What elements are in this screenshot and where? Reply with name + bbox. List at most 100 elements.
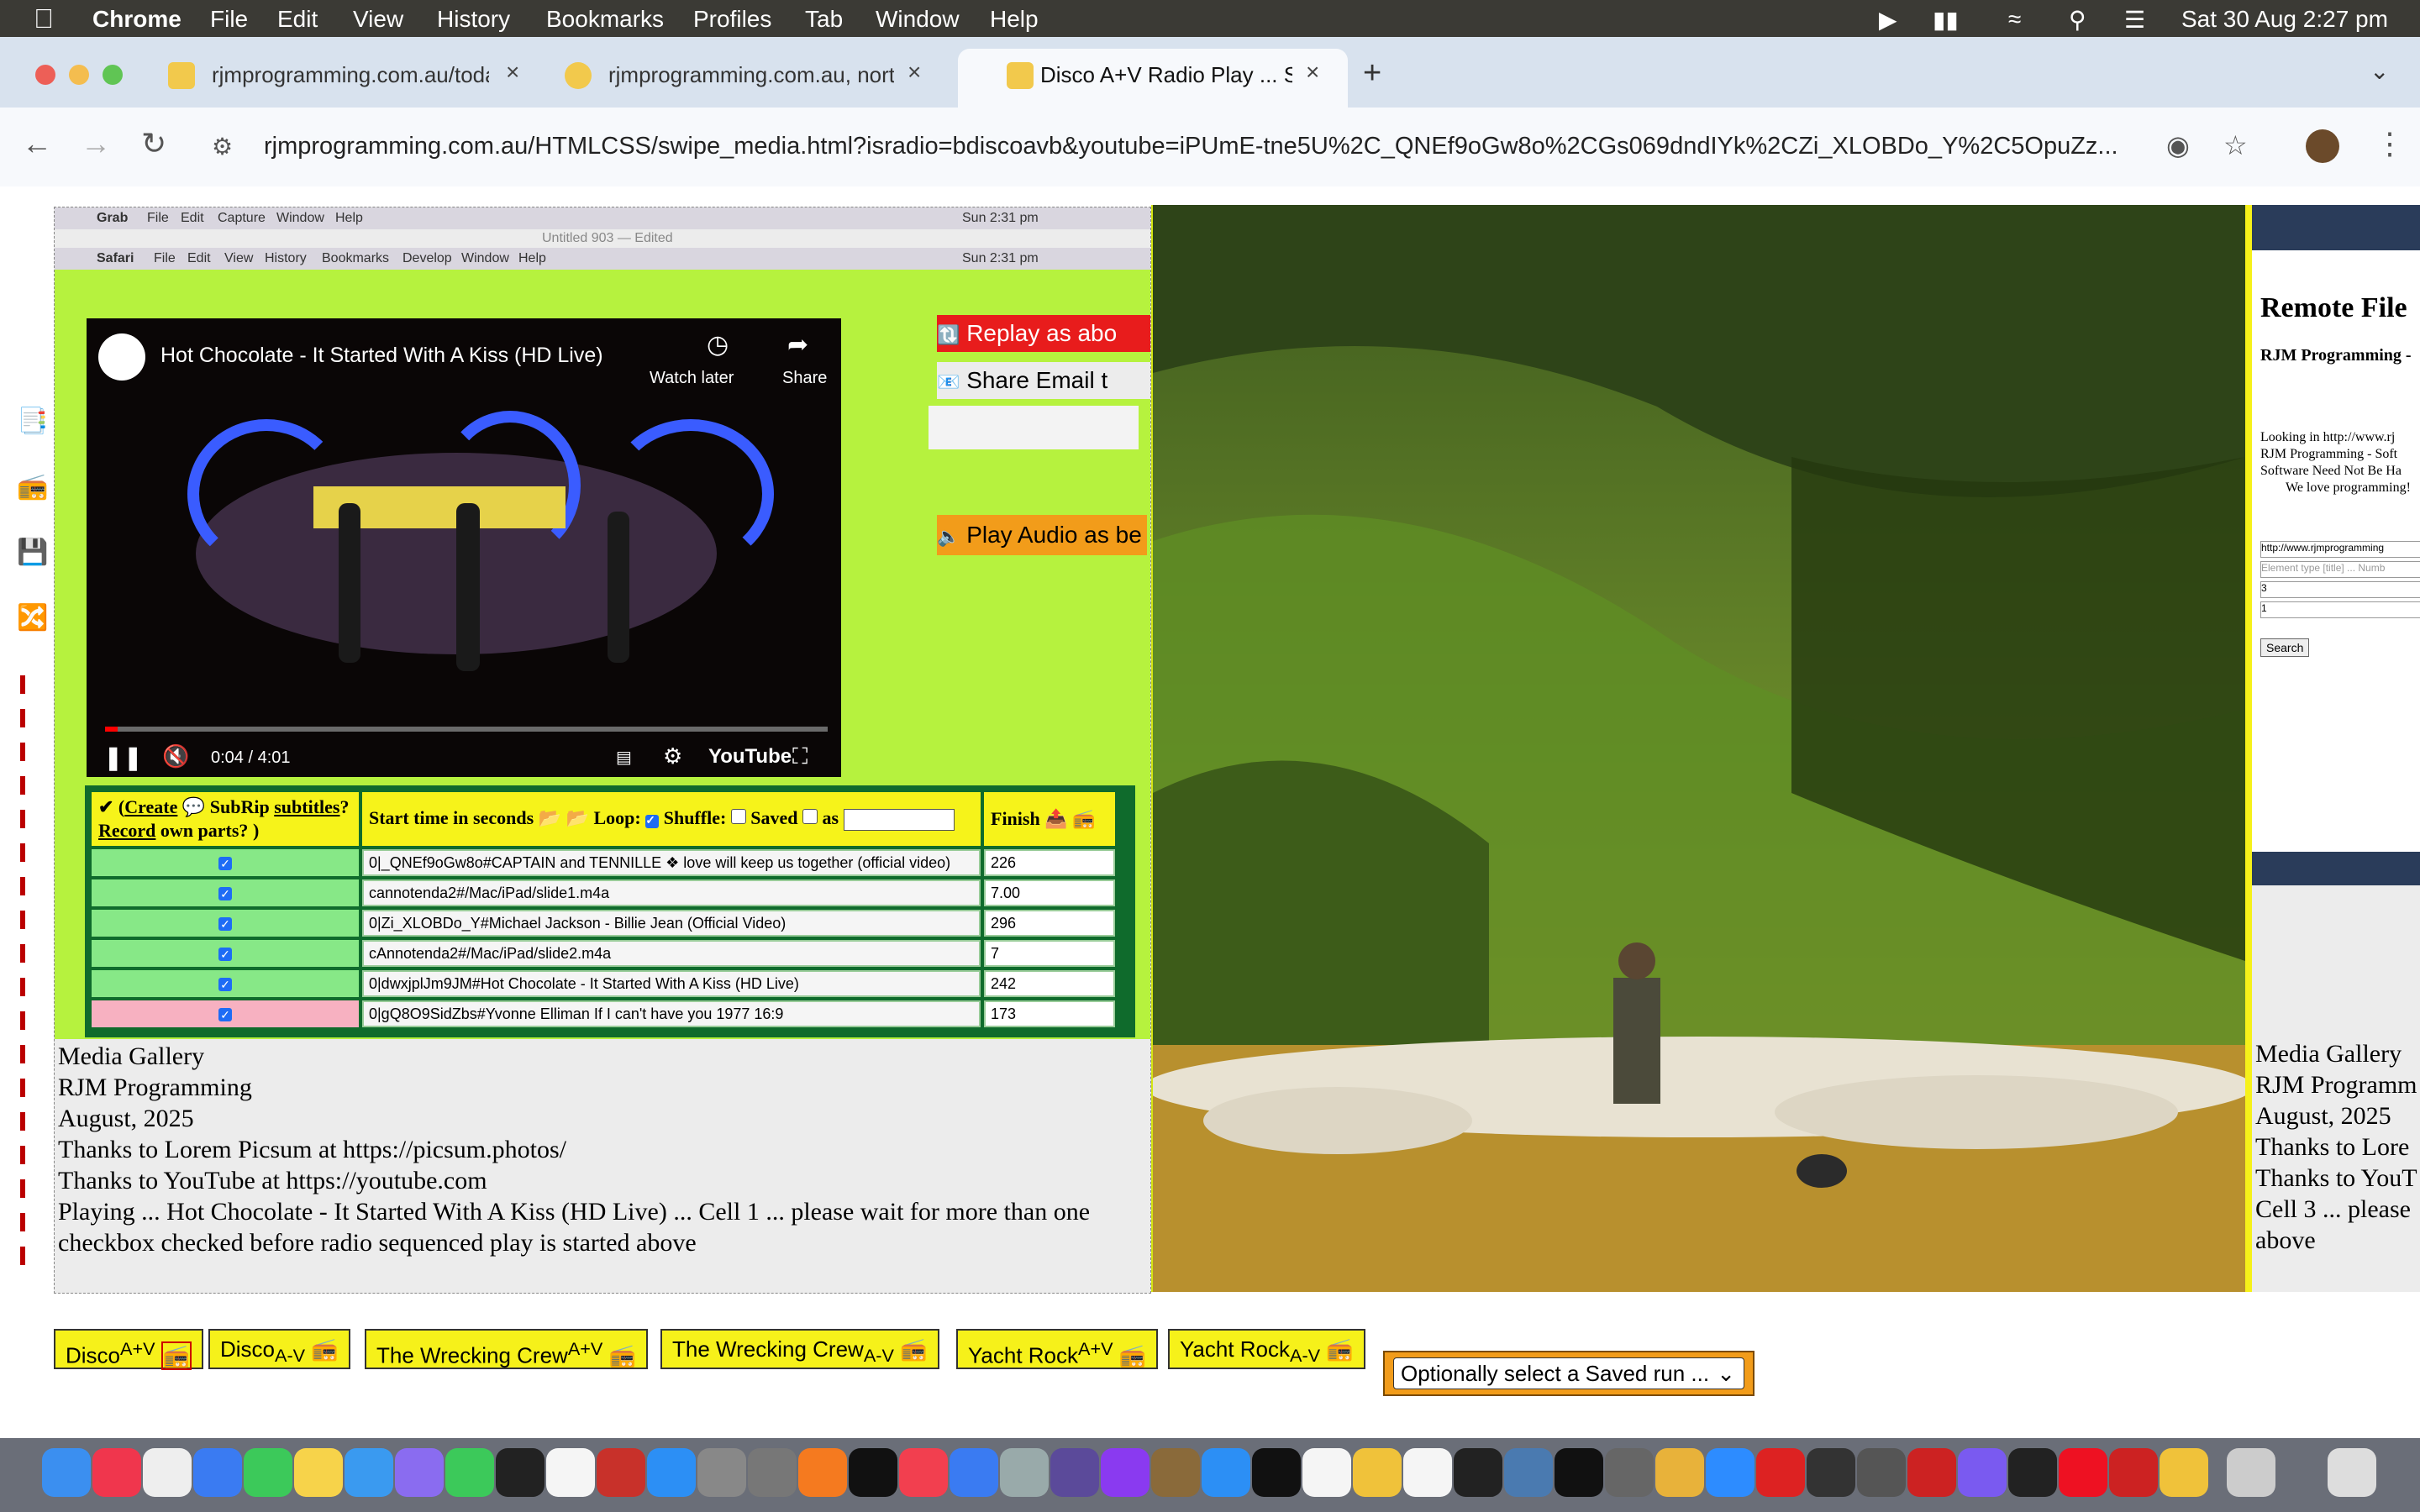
disco-av-button[interactable]: DiscoA+V 📻 <box>54 1329 204 1370</box>
app-icon[interactable] <box>950 1448 998 1497</box>
menu-clock[interactable]: Sat 30 Aug 2:27 pm <box>2181 6 2388 33</box>
row-finish-field[interactable]: 296 <box>984 910 1115 937</box>
app-icon[interactable] <box>1504 1448 1553 1497</box>
play-status-icon[interactable]: ▶ <box>1879 6 1897 34</box>
shuffle-icon[interactable]: 🔀 <box>17 603 48 633</box>
row-finish-field[interactable]: 173 <box>984 1000 1115 1027</box>
row-title-field[interactable]: 0|Zi_XLOBDo_Y#Michael Jackson - Billie J… <box>362 910 981 937</box>
menu-item-file[interactable]: File <box>210 6 248 33</box>
menu-item-window[interactable]: Window <box>876 6 960 33</box>
row-checkbox[interactable]: ✓ <box>218 977 232 991</box>
search-icon[interactable]: ⚲ <box>2069 6 2086 34</box>
terminal-icon[interactable] <box>496 1448 544 1497</box>
cell-3-search-button[interactable]: Search <box>2260 638 2310 657</box>
finder-icon[interactable] <box>42 1448 91 1497</box>
facetime-icon[interactable] <box>445 1448 494 1497</box>
visibility-eye-icon[interactable]: ◉ <box>2166 129 2190 161</box>
cell-3-input[interactable]: http://www.rjmprogramming <box>2260 541 2420 558</box>
captions-icon[interactable]: ▤ <box>616 747 632 768</box>
disco-a-v-button[interactable]: DiscoA-V 📻 <box>208 1329 350 1369</box>
menu-item-profiles[interactable]: Profiles <box>693 6 771 33</box>
tab-1[interactable]: rjmprogramming.com.au/toda × <box>168 52 529 101</box>
app-icon[interactable] <box>1655 1448 1704 1497</box>
notes-icon[interactable] <box>294 1448 343 1497</box>
tab-close-icon[interactable]: × <box>1306 59 1319 86</box>
mute-icon[interactable]: 🔇 <box>162 743 189 769</box>
row-checkbox[interactable]: ✓ <box>218 886 232 900</box>
safari-icon[interactable] <box>1202 1448 1250 1497</box>
clock-icon[interactable]: ◷ <box>707 330 729 360</box>
app-icon[interactable] <box>1857 1448 1906 1497</box>
messages-icon[interactable] <box>244 1448 292 1497</box>
share-arrow-icon[interactable]: ➦ <box>787 330 808 360</box>
menu-item-bookmarks[interactable]: Bookmarks <box>546 6 664 33</box>
row-title-field[interactable]: 0|gQ8O9SidZbs#Yvonne Elliman If I can't … <box>362 1000 981 1027</box>
chrome-icon[interactable] <box>1353 1448 1402 1497</box>
app-icon[interactable] <box>1151 1448 1200 1497</box>
row-checkbox[interactable]: ✓ <box>218 856 232 870</box>
pause-icon[interactable]: ❚❚ <box>103 743 143 771</box>
document-icon[interactable] <box>546 1448 595 1497</box>
upload-icon[interactable]: 📤 <box>1044 808 1067 829</box>
preview-icon[interactable] <box>748 1448 797 1497</box>
mail-icon[interactable] <box>193 1448 242 1497</box>
menu-item-history[interactable]: History <box>437 6 510 33</box>
music-icon[interactable] <box>92 1448 141 1497</box>
document-icon[interactable] <box>1403 1448 1452 1497</box>
video-progress-bar[interactable] <box>105 727 828 732</box>
forward-icon[interactable]: → <box>81 126 111 161</box>
tv-icon[interactable] <box>849 1448 897 1497</box>
subtitles-link[interactable]: subtitles <box>274 796 339 817</box>
podcasts-icon[interactable] <box>1101 1448 1150 1497</box>
save-disk-icon[interactable]: 💾 <box>17 538 48 568</box>
maximize-window-icon[interactable] <box>103 65 123 85</box>
filezilla-icon[interactable] <box>597 1448 645 1497</box>
menu-item-help[interactable]: Help <box>990 6 1039 33</box>
reload-icon[interactable]: ↻ <box>141 126 166 161</box>
record-link[interactable]: Record <box>98 820 155 841</box>
more-menu-icon[interactable]: ⋮ <box>2375 126 2405 161</box>
row-checkbox[interactable]: ✓ <box>218 916 232 931</box>
app-icon[interactable] <box>1000 1448 1049 1497</box>
row-checkbox[interactable]: ✓ <box>218 1007 232 1021</box>
downloads-icon[interactable] <box>2227 1448 2275 1497</box>
watch-later-label[interactable]: Watch later <box>650 369 734 388</box>
bookmark-star-icon[interactable]: ☆ <box>2223 129 2248 161</box>
replay-button[interactable]: 🔃 Replay as abo <box>937 315 1150 352</box>
channel-logo[interactable] <box>98 333 145 381</box>
bbedit-icon[interactable] <box>1050 1448 1099 1497</box>
app-icon[interactable] <box>1756 1448 1805 1497</box>
wifi-icon[interactable]: ≈ <box>2008 6 2021 33</box>
app-icon[interactable] <box>2160 1448 2208 1497</box>
profile-avatar[interactable] <box>2306 129 2339 163</box>
saved-name-input[interactable] <box>843 808 955 831</box>
menu-item-view[interactable]: View <box>353 6 403 33</box>
row-finish-field[interactable]: 242 <box>984 970 1115 997</box>
tab-3-active[interactable]: Disco A+V Radio Play ... S × <box>963 52 1333 101</box>
share-email-button[interactable]: 📧 Share Email t <box>937 362 1150 399</box>
saved-checkbox[interactable] <box>802 809 818 825</box>
row-title-field[interactable]: cAnnotenda2#/Mac/iPad/slide2.m4a <box>362 940 981 967</box>
site-info-icon[interactable]: ⚙ <box>212 133 233 160</box>
bookmark-tab-icon[interactable]: 📑 <box>17 407 48 437</box>
opera-icon[interactable] <box>2059 1448 2107 1497</box>
row-finish-field[interactable]: 7 <box>984 940 1115 967</box>
cell-3-input[interactable]: 3 <box>2260 581 2420 598</box>
video-title[interactable]: Hot Chocolate - It Started With A Kiss (… <box>160 344 603 368</box>
row-title-field[interactable]: cannotenda2#/Mac/iPad/slide1.m4a <box>362 879 981 906</box>
app-store-icon[interactable] <box>647 1448 696 1497</box>
calendar-icon[interactable] <box>1302 1448 1351 1497</box>
terminal-icon[interactable] <box>1454 1448 1502 1497</box>
row-title-field[interactable]: 0|dwxjplJm9JM#Hot Chocolate - It Started… <box>362 970 981 997</box>
app-icon[interactable] <box>1807 1448 1855 1497</box>
app-icon[interactable] <box>1907 1448 1956 1497</box>
tab-close-icon[interactable]: × <box>908 59 921 86</box>
app-icon[interactable] <box>2109 1448 2158 1497</box>
new-tab-icon[interactable]: + <box>1363 55 1381 92</box>
radio-icon[interactable]: 📻 <box>1072 808 1095 829</box>
tab-2[interactable]: rjmprogramming.com.au, nort × <box>565 52 934 101</box>
address-bar-url[interactable]: rjmprogramming.com.au/HTMLCSS/swipe_medi… <box>264 133 2118 160</box>
cell-3-input[interactable]: 1 <box>2260 601 2420 618</box>
close-window-icon[interactable] <box>35 65 55 85</box>
gallery-cell-2-image[interactable] <box>1151 205 2252 1292</box>
